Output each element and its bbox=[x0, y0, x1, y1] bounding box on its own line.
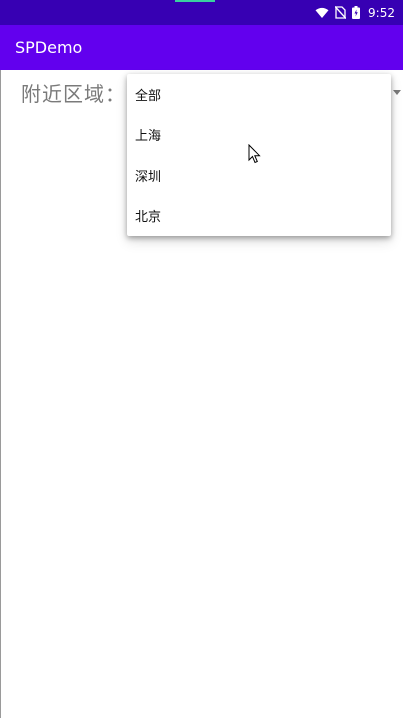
status-bar: 9:52 bbox=[0, 0, 403, 25]
spinner-arrow-icon[interactable] bbox=[393, 90, 401, 95]
wifi-icon bbox=[315, 7, 329, 19]
status-indicator bbox=[175, 0, 215, 2]
battery-icon bbox=[352, 6, 361, 19]
region-label: 附近区域： bbox=[21, 82, 126, 106]
dropdown-item-beijing[interactable]: 北京 bbox=[127, 196, 391, 237]
app-bar: SPDemo bbox=[0, 25, 403, 70]
status-icons: 9:52 bbox=[315, 0, 395, 25]
dropdown-item-all[interactable]: 全部 bbox=[127, 74, 391, 115]
status-time: 9:52 bbox=[368, 5, 395, 20]
mouse-cursor-icon bbox=[248, 143, 262, 168]
no-sim-icon bbox=[335, 6, 347, 19]
app-title: SPDemo bbox=[15, 38, 83, 57]
